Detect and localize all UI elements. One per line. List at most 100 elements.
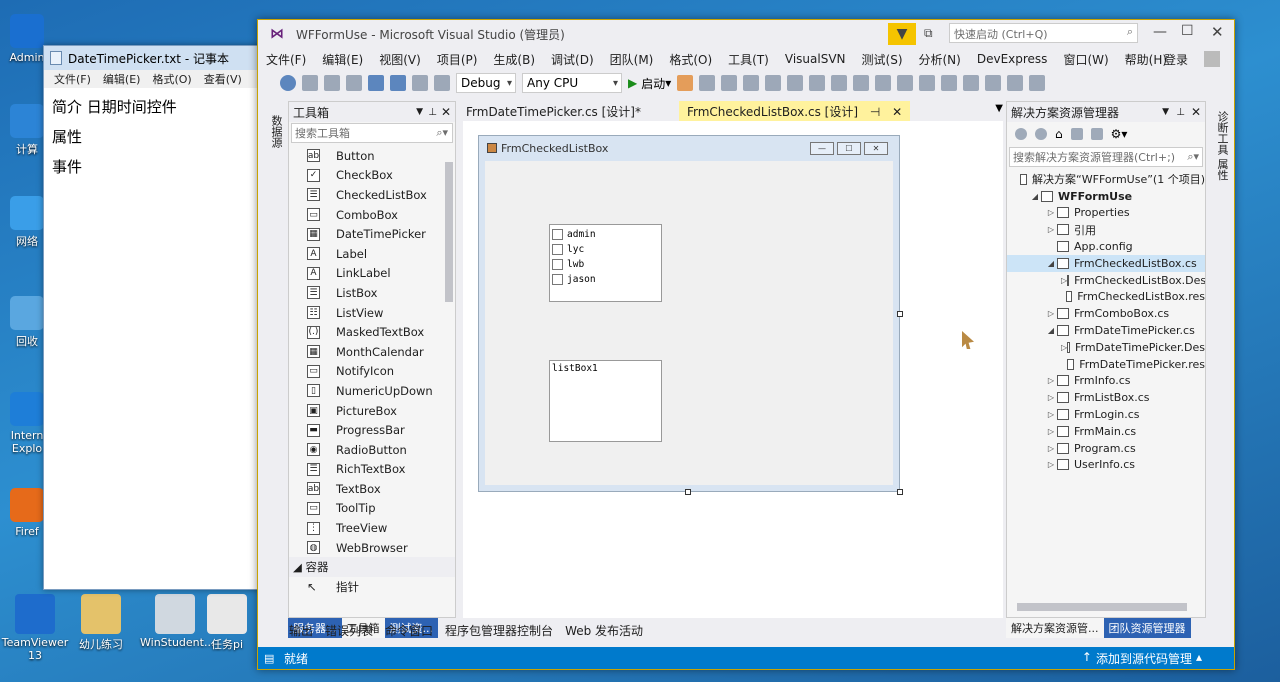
expand-arrow-icon[interactable]: ▷ <box>1045 376 1057 385</box>
settings-icon[interactable]: ⚙▾ <box>1111 127 1128 141</box>
tree-node[interactable]: ▷ FrmLogin.cs <box>1007 406 1205 423</box>
menu-item[interactable]: 窗口(W) <box>1055 51 1116 68</box>
pending-changes-icon[interactable] <box>1090 128 1103 140</box>
checkbox-icon[interactable] <box>552 259 563 270</box>
configuration-select[interactable]: Debug <box>456 73 516 93</box>
login-link[interactable]: 登录 <box>1156 51 1196 68</box>
save-icon[interactable] <box>368 75 384 91</box>
tree-node[interactable]: App.config <box>1007 238 1205 255</box>
feedback-icon[interactable]: ⧉ <box>924 26 933 41</box>
menu-item[interactable]: 工具(T) <box>720 51 777 68</box>
toolbox-item[interactable]: ▭ ComboBox <box>289 205 455 225</box>
toolbox-item[interactable]: ⋮ TreeView <box>289 518 455 538</box>
menu-item[interactable]: 文件(F) <box>258 51 314 68</box>
menu-item[interactable]: 分析(N) <box>911 51 969 68</box>
toolbox-item[interactable]: ☰ RichTextBox <box>289 460 455 480</box>
menu-item[interactable]: 格式(O) <box>661 51 720 68</box>
pin-icon[interactable]: ⊥ <box>428 107 437 118</box>
save-all-icon[interactable] <box>390 75 406 91</box>
list-box[interactable]: listBox1 <box>549 360 662 442</box>
expand-arrow-icon[interactable]: ▷ <box>1045 393 1057 402</box>
left-side-strip[interactable]: 数据源 <box>266 101 284 161</box>
form-maximize-icon[interactable]: ☐ <box>837 142 861 155</box>
output-tab[interactable]: Web 发布活动 <box>559 620 649 641</box>
forward-icon[interactable] <box>1035 128 1047 140</box>
toolbox-item[interactable]: ▯ NumericUpDown <box>289 381 455 401</box>
menu-item[interactable]: 测试(S) <box>854 51 911 68</box>
back-icon[interactable] <box>280 75 296 91</box>
tree-node[interactable]: 解决方案“WFFormUse”(1 个项目) <box>1007 171 1205 188</box>
dropdown-icon[interactable]: ▼ <box>1162 107 1169 117</box>
toolbox-item[interactable]: ☷ ListView <box>289 303 455 323</box>
menu-item[interactable]: 生成(B) <box>485 51 543 68</box>
expand-arrow-icon[interactable]: ▷ <box>1045 427 1057 436</box>
toolbox-item-pointer[interactable]: ↖ 指针 <box>289 577 455 597</box>
tree-node[interactable]: ▷ Properties <box>1007 205 1205 222</box>
checked-list-item[interactable]: admin <box>552 227 659 242</box>
solution-search-input[interactable]: 搜索解决方案资源管理器(Ctrl+;) ⌕▾ <box>1009 147 1203 167</box>
form-client-area[interactable]: admin lyc lwb jason listBox1 <box>485 161 893 485</box>
align-left-icon[interactable] <box>699 75 716 91</box>
tree-node[interactable]: ▷ FrmMain.cs <box>1007 423 1205 440</box>
toolbox-item[interactable]: ▣ PictureBox <box>289 401 455 421</box>
toolbox-item[interactable]: ab Button <box>289 146 455 166</box>
close-icon[interactable]: ✕ <box>441 105 451 119</box>
toolbox-scrollbar[interactable] <box>445 162 453 302</box>
forward-icon[interactable] <box>302 75 318 91</box>
checkbox-icon[interactable] <box>552 244 563 255</box>
source-control-button[interactable]: ↑ 添加到源代码管理 ▴ <box>1082 650 1202 667</box>
center-horizontal-icon[interactable] <box>941 75 958 91</box>
right-side-strip[interactable]: 诊断工具 属性 <box>1210 101 1230 191</box>
tree-node[interactable]: ▷ FrmDateTimePicker.Des <box>1007 339 1205 356</box>
notepad-menu-item[interactable]: 编辑(E) <box>103 71 141 87</box>
open-icon[interactable] <box>346 75 362 91</box>
expand-arrow-icon[interactable]: ▷ <box>1045 410 1057 419</box>
expand-arrow-icon[interactable]: ▷ <box>1045 225 1057 234</box>
panel-tab[interactable]: 团队资源管理器 <box>1103 618 1191 638</box>
toolbox-item[interactable]: ▭ ToolTip <box>289 499 455 519</box>
form-close-icon[interactable]: ✕ <box>864 142 888 155</box>
toolbox-item[interactable]: (.) MaskedTextBox <box>289 322 455 342</box>
expand-arrow-icon[interactable]: ▷ <box>1045 309 1057 318</box>
toolbox-group-containers[interactable]: ◢ 容器 <box>289 557 455 578</box>
notepad-menu-item[interactable]: 文件(F) <box>54 71 91 87</box>
output-tab[interactable]: 错误列表 <box>319 620 379 641</box>
toolbox-item[interactable]: ab TextBox <box>289 479 455 499</box>
toolbox-item[interactable]: ☰ CheckedListBox <box>289 185 455 205</box>
checked-list-item[interactable]: lwb <box>552 257 659 272</box>
toolbox-item[interactable]: ▬ ProgressBar <box>289 420 455 440</box>
close-button[interactable]: ✕ <box>1211 23 1224 41</box>
browser-link-icon[interactable] <box>677 75 694 91</box>
expand-arrow-icon[interactable]: ◢ <box>1045 259 1057 268</box>
desktop-icon[interactable]: TeamViewer 13 <box>0 594 70 662</box>
toolbox-item[interactable]: ▦ DateTimePicker <box>289 224 455 244</box>
checked-list-item[interactable]: lyc <box>552 242 659 257</box>
close-icon[interactable]: ✕ <box>1191 105 1201 119</box>
checked-list-box[interactable]: admin lyc lwb jason <box>549 224 662 302</box>
resize-handle-corner[interactable] <box>897 489 903 495</box>
form-titlebar[interactable]: FrmCheckedListBox — ☐ ✕ <box>479 136 899 161</box>
toolbox-item[interactable]: A LinkLabel <box>289 264 455 284</box>
menu-item[interactable]: DevExpress <box>969 52 1056 66</box>
desktop-icon[interactable]: 幼儿练习 <box>66 594 136 652</box>
bring-front-icon[interactable] <box>985 75 1002 91</box>
tree-node[interactable]: FrmDateTimePicker.res <box>1007 356 1205 373</box>
quick-launch-input[interactable]: 快速启动 (Ctrl+Q) ⌕ <box>949 23 1138 43</box>
resize-handle-bottom[interactable] <box>685 489 691 495</box>
form-designer[interactable]: FrmCheckedListBox — ☐ ✕ admin lyc lwb jason… <box>463 121 1003 618</box>
undo-icon[interactable] <box>412 75 428 91</box>
tree-node[interactable]: ▷ UserInfo.cs <box>1007 457 1205 474</box>
same-size-icon[interactable] <box>875 75 892 91</box>
output-tab[interactable]: 程序包管理器控制台 <box>439 620 559 641</box>
toolbox-item[interactable]: ☰ ListBox <box>289 283 455 303</box>
vs-titlebar[interactable]: ⋈ WFFormUse - Microsoft Visual Studio (管… <box>258 20 1234 48</box>
close-icon[interactable]: ✕ <box>892 105 902 119</box>
platform-select[interactable]: Any CPU <box>522 73 622 93</box>
dropdown-icon[interactable]: ▼ <box>416 107 423 117</box>
output-tab[interactable]: 输出 <box>283 620 319 641</box>
tree-node[interactable]: ▷ FrmInfo.cs <box>1007 373 1205 390</box>
same-width-icon[interactable] <box>831 75 848 91</box>
menu-item[interactable]: 团队(M) <box>602 51 662 68</box>
solution-explorer-header[interactable]: 解决方案资源管理器 ▼ ⊥ ✕ <box>1007 102 1205 122</box>
tree-node[interactable]: ◢ WFFormUse <box>1007 188 1205 205</box>
